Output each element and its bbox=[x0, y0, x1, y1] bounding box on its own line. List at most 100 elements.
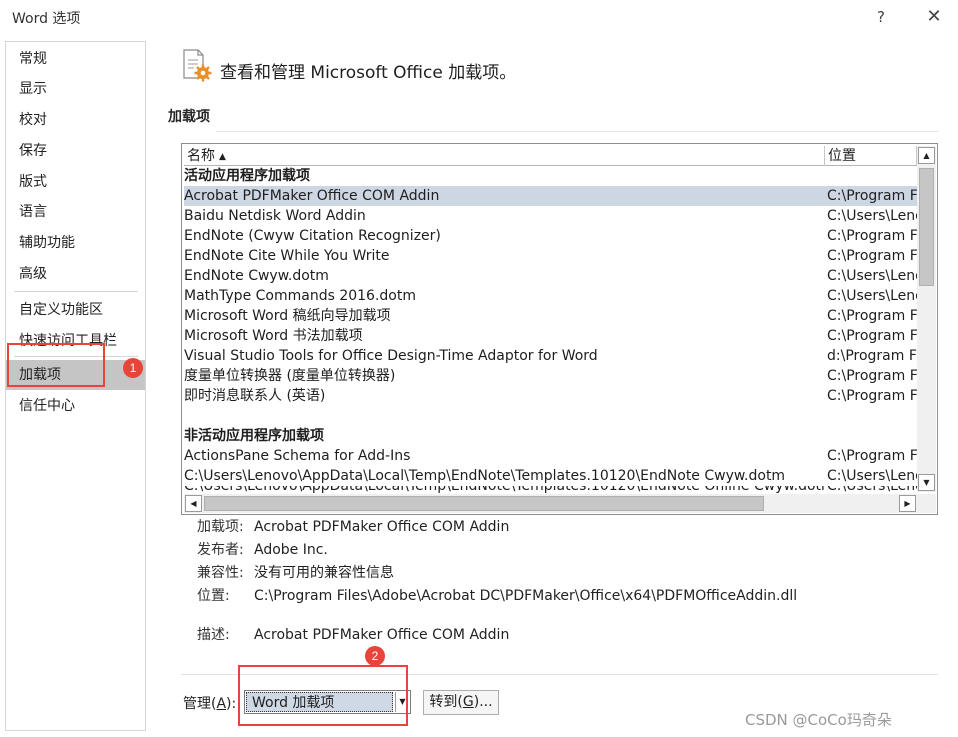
table-row[interactable]: ActionsPane Schema for Add-Ins C:\Progra… bbox=[184, 446, 919, 466]
table-row[interactable]: 度量单位转换器 (度量单位转换器) C:\Program Fil bbox=[184, 366, 919, 386]
table-row[interactable]: Microsoft Word 稿纸向导加载项 C:\Program Fil bbox=[184, 306, 919, 326]
scroll-down-icon[interactable]: ▼ bbox=[918, 474, 935, 491]
manage-label-prefix: 管理( bbox=[183, 696, 217, 712]
section-divider bbox=[216, 131, 938, 132]
sidebar-item-customize-ribbon[interactable]: 自定义功能区 bbox=[6, 295, 145, 325]
row-location: C:\Program Fil bbox=[827, 388, 919, 404]
annotation-highlight-manage bbox=[238, 665, 408, 726]
help-button[interactable]: ? bbox=[870, 6, 892, 28]
detail-addin-value: Acrobat PDFMaker Office COM Addin bbox=[254, 519, 510, 535]
row-location: C:\Program Fil bbox=[827, 248, 919, 264]
row-name: Visual Studio Tools for Office Design-Ti… bbox=[184, 348, 598, 364]
goto-label-accesskey: G bbox=[462, 694, 474, 710]
group-header-inactive: 非活动应用程序加载项 bbox=[184, 428, 324, 444]
table-row[interactable]: Baidu Netdisk Word Addin C:\Users\Leno bbox=[184, 206, 919, 226]
row-name: MathType Commands 2016.dotm bbox=[184, 288, 416, 304]
table-row[interactable]: 即时消息联系人 (英语) C:\Program Fil bbox=[184, 386, 919, 406]
window-title: Word 选项 bbox=[12, 11, 81, 27]
detail-description-label: 描述: bbox=[197, 627, 230, 643]
row-name: Acrobat PDFMaker Office COM Addin bbox=[184, 188, 440, 204]
detail-location-value: C:\Program Files\Adobe\Acrobat DC\PDFMak… bbox=[254, 588, 798, 604]
goto-button[interactable]: 转到(G)... bbox=[423, 690, 499, 715]
scrollbar-corner bbox=[917, 494, 936, 513]
table-row[interactable]: MathType Commands 2016.dotm C:\Users\Len… bbox=[184, 286, 919, 306]
detail-publisher-value: Adobe Inc. bbox=[254, 542, 328, 558]
row-location: d:\Program Fil bbox=[827, 348, 919, 364]
detail-compat-label: 兼容性: bbox=[197, 565, 244, 581]
annotation-badge-1: 1 bbox=[123, 358, 143, 378]
scroll-right-icon[interactable]: ▶ bbox=[899, 495, 916, 512]
goto-label-suffix: )... bbox=[473, 694, 493, 710]
row-location: C:\Users\Leno bbox=[827, 208, 919, 224]
table-row[interactable]: C:\Users\Lenovo\AppData\Local\Temp\EndNo… bbox=[184, 486, 917, 494]
table-row[interactable]: Acrobat PDFMaker Office COM Addin C:\Pro… bbox=[184, 186, 919, 206]
sidebar-divider bbox=[14, 291, 138, 292]
page-header-text: 查看和管理 Microsoft Office 加载项。 bbox=[220, 63, 517, 83]
detail-publisher-label: 发布者: bbox=[197, 542, 244, 558]
row-name: 度量单位转换器 (度量单位转换器) bbox=[184, 368, 396, 384]
scroll-up-icon[interactable]: ▲ bbox=[918, 147, 935, 164]
watermark: CSDN @CoCo玛奇朵 bbox=[745, 711, 892, 729]
sidebar-item-proofing[interactable]: 校对 bbox=[6, 105, 145, 135]
table-row[interactable]: Visual Studio Tools for Office Design-Ti… bbox=[184, 346, 919, 366]
title-bar: Word 选项 ? ✕ bbox=[0, 0, 958, 34]
row-location: C:\Program Fil bbox=[827, 228, 919, 244]
detail-addin-label: 加载项: bbox=[197, 519, 244, 535]
column-header-name-label: 名称 bbox=[187, 148, 215, 164]
row-name: EndNote (Cwyw Citation Recognizer) bbox=[184, 228, 441, 244]
sidebar-item-display[interactable]: 显示 bbox=[6, 74, 145, 104]
row-name: Microsoft Word 稿纸向导加载项 bbox=[184, 308, 391, 324]
row-location: C:\Program Fil bbox=[827, 448, 919, 464]
detail-compat-value: 没有可用的兼容性信息 bbox=[254, 565, 394, 581]
scroll-left-icon[interactable]: ◀ bbox=[185, 495, 202, 512]
detail-description-value: Acrobat PDFMaker Office COM Addin bbox=[254, 627, 510, 643]
sidebar-item-layout[interactable]: 版式 bbox=[6, 167, 145, 197]
table-row[interactable]: EndNote Cite While You Write C:\Program … bbox=[184, 246, 919, 266]
section-title: 加载项 bbox=[168, 109, 210, 125]
sidebar-item-save[interactable]: 保存 bbox=[6, 136, 145, 166]
row-location: C:\Users\Leno bbox=[827, 268, 919, 284]
column-header-name[interactable]: 名称 ▲ bbox=[184, 146, 825, 166]
manage-label-suffix: ): bbox=[226, 696, 237, 712]
group-header-active: 活动应用程序加载项 bbox=[184, 168, 310, 184]
row-location: C:\Users\Leno bbox=[827, 486, 917, 494]
sort-ascending-icon: ▲ bbox=[219, 152, 226, 162]
row-name: C:\Users\Lenovo\AppData\Local\Temp\EndNo… bbox=[184, 468, 786, 484]
row-location: C:\Users\Leno bbox=[827, 468, 919, 484]
sidebar-item-general[interactable]: 常规 bbox=[6, 44, 145, 74]
row-location: C:\Program Fil bbox=[827, 328, 919, 344]
row-name: Microsoft Word 书法加载项 bbox=[184, 328, 363, 344]
row-name: C:\Users\Lenovo\AppData\Local\Temp\EndNo… bbox=[184, 486, 824, 494]
table-row[interactable]: EndNote (Cwyw Citation Recognizer) C:\Pr… bbox=[184, 226, 919, 246]
sidebar-item-trust-center[interactable]: 信任中心 bbox=[6, 391, 145, 421]
detail-location-label: 位置: bbox=[197, 588, 230, 604]
close-button[interactable]: ✕ bbox=[921, 4, 947, 30]
row-location: C:\Program Fil bbox=[827, 188, 919, 204]
row-name: ActionsPane Schema for Add-Ins bbox=[184, 448, 411, 464]
vertical-scrollbar[interactable]: ▲ ▼ bbox=[917, 146, 936, 492]
addin-gear-icon bbox=[181, 48, 213, 82]
sidebar-item-language[interactable]: 语言 bbox=[6, 197, 145, 227]
row-name: EndNote Cwyw.dotm bbox=[184, 268, 329, 284]
manage-label: 管理(A): bbox=[183, 693, 236, 713]
row-location: C:\Program Fil bbox=[827, 308, 919, 324]
row-name: EndNote Cite While You Write bbox=[184, 248, 390, 264]
horizontal-scrollbar[interactable]: ◀ ▶ bbox=[184, 494, 917, 513]
annotation-highlight-addins bbox=[7, 343, 105, 387]
horizontal-scroll-thumb[interactable] bbox=[204, 496, 764, 511]
table-row[interactable]: C:\Users\Lenovo\AppData\Local\Temp\EndNo… bbox=[184, 466, 919, 486]
column-header-location[interactable]: 位置 bbox=[825, 146, 917, 166]
manage-label-accesskey: A bbox=[216, 696, 227, 712]
table-row[interactable]: EndNote Cwyw.dotm C:\Users\Leno bbox=[184, 266, 919, 286]
vertical-scroll-thumb[interactable] bbox=[919, 168, 934, 286]
row-name: Baidu Netdisk Word Addin bbox=[184, 208, 366, 224]
row-location: C:\Program Fil bbox=[827, 368, 919, 384]
table-row[interactable]: Microsoft Word 书法加载项 C:\Program Fil bbox=[184, 326, 919, 346]
sidebar-item-advanced[interactable]: 高级 bbox=[6, 259, 145, 289]
annotation-badge-2: 2 bbox=[365, 646, 385, 666]
row-name: 即时消息联系人 (英语) bbox=[184, 388, 326, 404]
goto-label-prefix: 转到( bbox=[429, 694, 463, 710]
addins-table[interactable]: 名称 ▲ 位置 活动应用程序加载项 Acrobat PDFMaker Office… bbox=[181, 143, 938, 515]
row-location: C:\Users\Leno bbox=[827, 288, 919, 304]
sidebar-item-accessibility[interactable]: 辅助功能 bbox=[6, 228, 145, 258]
